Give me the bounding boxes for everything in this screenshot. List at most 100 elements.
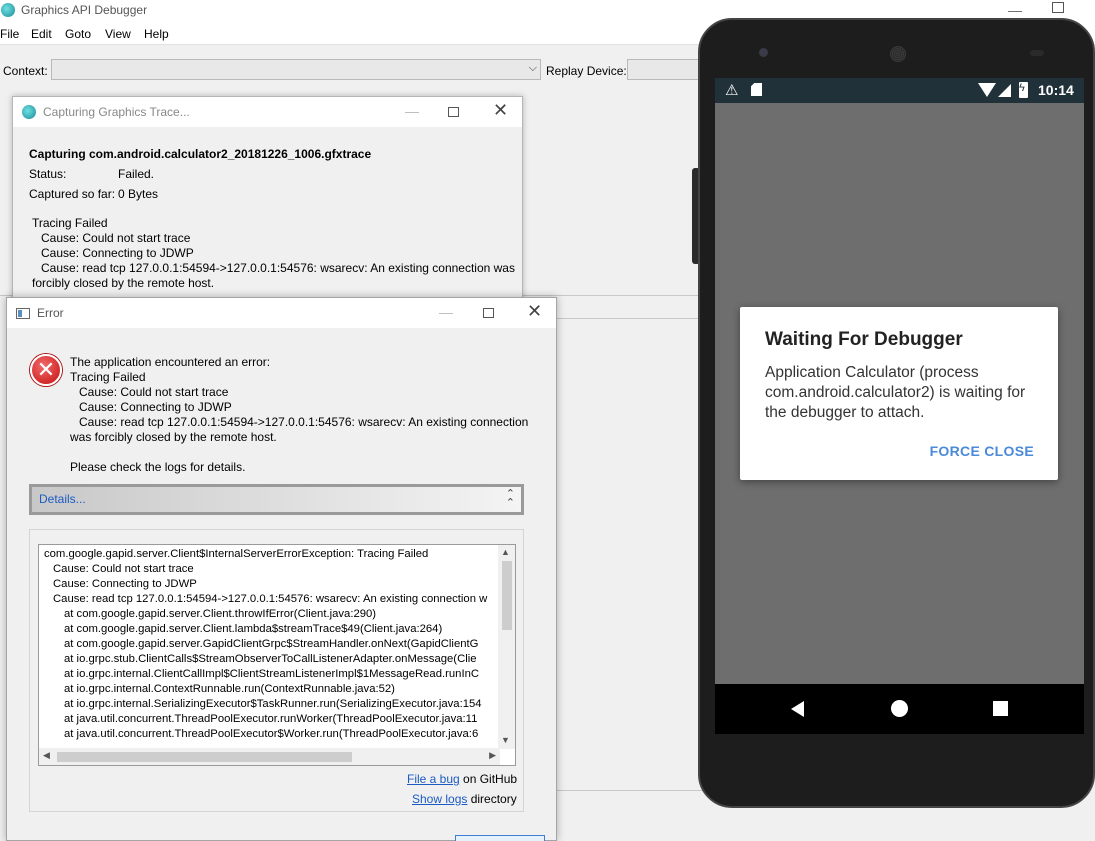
warning-icon: ⚠ [725,82,739,99]
message-line: Cause: Could not start trace [79,385,229,399]
capture-filename: Capturing com.android.calculator2_201812… [29,147,372,161]
capture-dialog-titlebar: Capturing Graphics Trace... — ✕ [13,97,522,127]
message-line: The application encountered an error: [70,355,271,369]
stack-line: at io.grpc.internal.SerializingExecutor$… [64,698,482,710]
maximize-button[interactable] [448,107,459,117]
replay-device-label: Replay Device: [546,64,627,78]
error-message: The application encountered an error: Tr… [70,355,529,475]
vertical-scrollbar[interactable]: ▲ ▼ [498,545,515,749]
error-line: Cause: Could not start trace [41,231,191,245]
captured-value: 0 Bytes [118,187,159,201]
maximize-button[interactable] [1052,2,1064,13]
menu-edit[interactable]: Edit [31,27,52,41]
force-close-button[interactable]: FORCE CLOSE [930,443,1034,459]
stack-line: at com.google.gapid.server.Client.lambda… [64,623,443,635]
window-title: Graphics API Debugger [21,3,148,17]
error-dialog: Error — ✕ ✕ The application encountered … [6,297,557,841]
stack-line: Cause: Could not start trace [53,563,194,575]
recents-icon[interactable] [993,701,1008,716]
menu-file[interactable]: File [0,27,19,41]
speaker-icon [890,46,906,62]
home-icon[interactable] [891,700,908,717]
stack-line: Cause: Connecting to JDWP [53,578,197,590]
capture-dialog-title: Capturing Graphics Trace... [43,105,190,119]
dialog-body: Application Calculator (process com.andr… [765,364,1026,421]
scroll-right-icon[interactable]: ▶ [489,750,496,761]
horizontal-scrollbar[interactable]: ◀ ▶ [39,748,500,765]
show-logs-suffix: directory [467,792,517,806]
minimize-button[interactable]: — [439,304,453,320]
window-icon [16,308,30,319]
dialog-title: Waiting For Debugger [765,329,963,350]
scroll-up-icon[interactable]: ▲ [501,547,510,557]
error-line: Cause: read tcp 127.0.0.1:54594->127.0.0… [41,261,515,275]
battery-charging-icon [1019,82,1028,98]
panel-divider [556,318,700,319]
menu-view[interactable]: View [105,27,131,41]
details-toggle[interactable]: Details... ⌃ ⌃ [29,484,524,515]
scroll-thumb[interactable] [57,752,352,762]
app-logo-icon [1,3,15,17]
message-line: Cause: Connecting to JDWP [79,400,232,414]
scroll-left-icon[interactable]: ◀ [43,750,50,761]
stack-line: at java.util.concurrent.ThreadPoolExecut… [64,728,479,740]
status-label: Status: [29,167,67,181]
message-line: Tracing Failed [70,370,146,384]
stack-trace-box[interactable]: com.google.gapid.server.Client$InternalS… [38,544,516,766]
error-line: Cause: Connecting to JDWP [41,246,194,260]
chevron-down-icon: ⌵ [528,62,537,74]
file-bug-row: File a bug on GitHub [407,772,517,786]
file-bug-suffix: on GitHub [459,772,518,786]
file-bug-link[interactable]: File a bug [407,772,460,786]
show-logs-link[interactable]: Show logs [412,792,467,806]
app-logo-icon [22,105,36,119]
menu-goto[interactable]: Goto [65,27,91,41]
android-statusbar: ⚠ 10:14 [715,78,1084,103]
waiting-for-debugger-dialog: Waiting For Debugger Application Calcula… [740,307,1058,480]
status-value: Failed. [118,167,155,181]
error-line: forcibly closed by the remote host. [32,276,215,290]
minimize-button[interactable]: — [1008,2,1024,18]
chevron-up-icon: ⌃ ⌃ [505,488,515,509]
stack-trace-text: com.google.gapid.server.Client$InternalS… [44,547,496,747]
phone-screen: ⚠ 10:14 Waiting For Debugger Application… [715,78,1084,734]
stack-line: com.google.gapid.server.Client$InternalS… [44,548,429,560]
stack-line: at com.google.gapid.server.Client.throwI… [64,608,377,620]
captured-label: Captured so far: [29,187,116,201]
capture-dialog: Capturing Graphics Trace... — ✕ Capturin… [12,96,523,301]
minimize-button[interactable]: — [405,103,419,119]
ok-button[interactable] [455,835,545,841]
camera-icon [759,48,768,57]
sensor-icon [1030,50,1044,56]
sd-card-icon [751,83,762,96]
close-button[interactable]: ✕ [527,302,542,320]
wifi-icon [978,83,996,97]
error-dialog-titlebar: Error — ✕ [7,298,556,328]
context-dropdown[interactable]: ⌵ [51,59,541,80]
menu-help[interactable]: Help [144,27,169,41]
error-dialog-title: Error [37,306,64,320]
stack-line: at com.google.gapid.server.GapidClientGr… [64,638,479,650]
stack-line: at io.grpc.internal.ClientCallImpl$Clien… [64,668,480,680]
signal-icon [998,84,1011,97]
show-logs-row: Show logs directory [412,792,517,806]
details-label: Details... [39,492,86,506]
stack-line: at io.grpc.internal.ContextRunnable.run(… [64,683,395,695]
back-icon[interactable] [791,701,804,717]
stack-line: at io.grpc.stub.ClientCalls$StreamObserv… [64,653,477,665]
context-label: Context: [3,64,48,78]
error-icon: ✕ [30,354,62,386]
maximize-button[interactable] [483,308,494,318]
scroll-thumb[interactable] [502,561,512,630]
panel-divider [556,790,706,791]
message-line: Please check the logs for details. [70,460,246,474]
scroll-down-icon[interactable]: ▼ [501,735,510,745]
error-line: Tracing Failed [32,216,108,230]
message-line: Cause: read tcp 127.0.0.1:54594->127.0.0… [79,415,529,429]
status-time: 10:14 [1038,82,1074,98]
message-line: was forcibly closed by the remote host. [70,430,277,444]
details-pane: com.google.gapid.server.Client$InternalS… [29,529,524,812]
capture-error-text: Tracing Failed Cause: Could not start tr… [32,216,515,291]
close-button[interactable]: ✕ [493,101,508,119]
stack-line: at java.util.concurrent.ThreadPoolExecut… [64,713,478,725]
